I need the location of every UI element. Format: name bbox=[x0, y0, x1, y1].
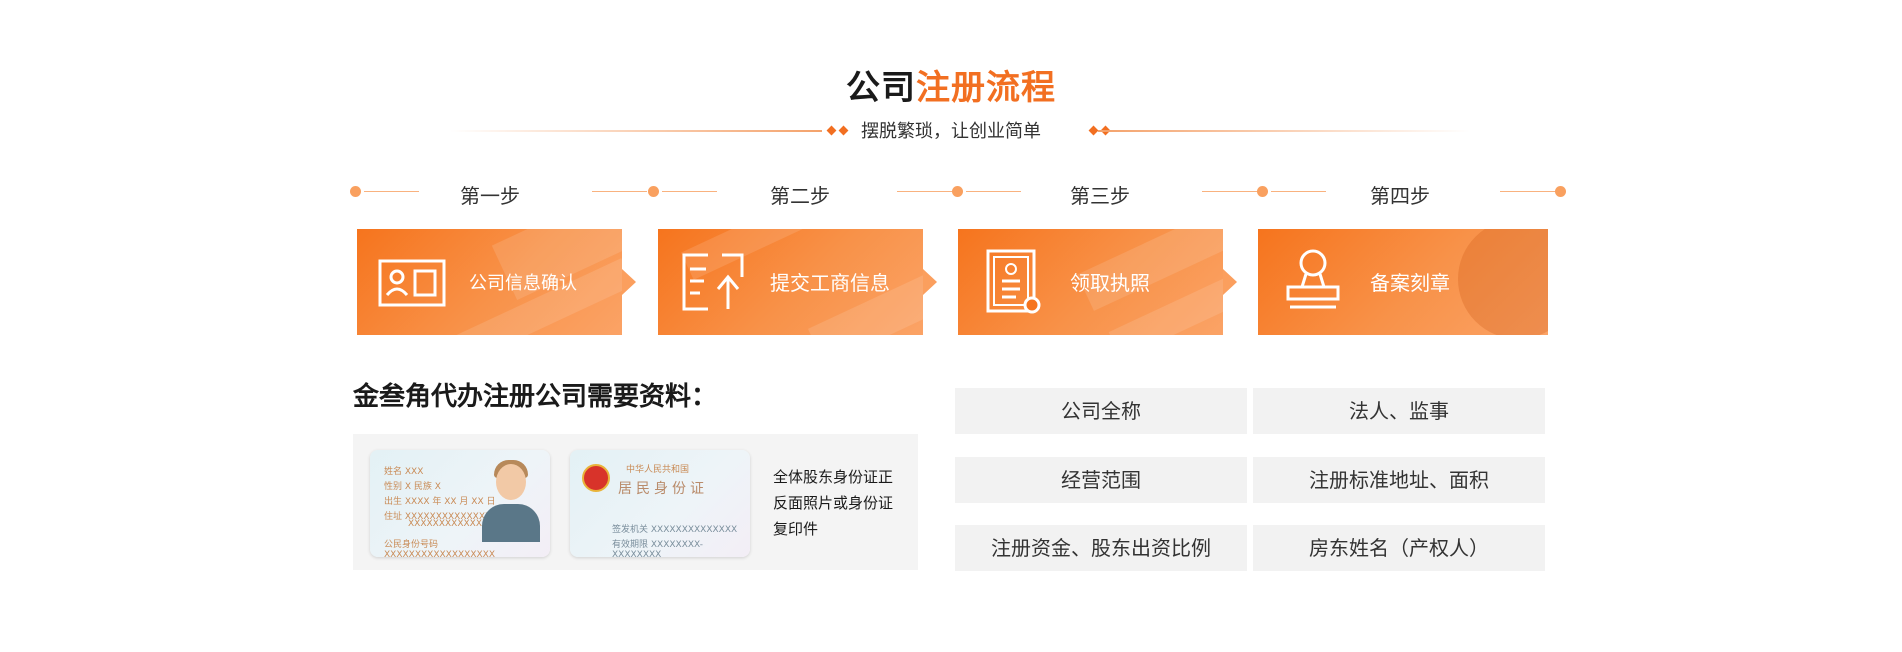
id-front-row: XXXXXXXXXXXXX bbox=[408, 519, 489, 529]
requirement-item: 法人、监事 bbox=[1253, 388, 1545, 434]
id-front-row: 性别 X 民族 X bbox=[384, 482, 441, 492]
requirement-item: 注册资金、股东出资比例 bbox=[955, 525, 1247, 571]
step-dot bbox=[350, 186, 361, 197]
requirement-item: 房东姓名（产权人） bbox=[1253, 525, 1545, 571]
step-line bbox=[1202, 191, 1257, 192]
id-back-row: 签发机关 XXXXXXXXXXXXXX bbox=[612, 525, 738, 535]
step-dot bbox=[952, 186, 963, 197]
chevron-right-icon bbox=[923, 269, 937, 295]
step-card-label: 领取执照 bbox=[1070, 271, 1150, 295]
id-front-row: 姓名 XXX bbox=[384, 467, 424, 477]
step-label-4: 第四步 bbox=[1370, 184, 1430, 208]
page-title: 公司注册流程 bbox=[0, 60, 1902, 109]
chevron-right-icon bbox=[622, 269, 636, 295]
id-caption-line: 全体股东身份证正 bbox=[773, 468, 894, 486]
step-dot bbox=[1257, 186, 1268, 197]
id-card-panel: 姓名 XXX 性别 X 民族 X 出生 XXXX 年 XX 月 XX 日 住址 … bbox=[353, 434, 918, 570]
id-back-title: 居民身份证 bbox=[618, 481, 708, 497]
chevron-right-icon bbox=[1223, 269, 1237, 295]
requirement-item: 公司全称 bbox=[955, 388, 1247, 434]
title-dark-part: 公司 bbox=[846, 68, 916, 108]
document-upload-icon bbox=[682, 253, 744, 311]
id-card-icon bbox=[378, 259, 446, 307]
id-back-header: 中华人民共和国 bbox=[626, 465, 690, 475]
subtitle-row: 摆脱繁琐，让创业简单 bbox=[0, 117, 1902, 143]
step-line bbox=[897, 191, 952, 192]
id-card-back-image: 中华人民共和国 居民身份证 签发机关 XXXXXXXXXXXXXX 有效期限 X… bbox=[570, 450, 750, 557]
id-caption-line: 反面照片或身份证 bbox=[773, 494, 894, 512]
id-caption-line: 复印件 bbox=[773, 520, 819, 538]
requirement-item: 经营范围 bbox=[955, 457, 1247, 503]
step-card-1[interactable]: 公司信息确认 bbox=[357, 229, 636, 335]
id-card-front-image: 姓名 XXX 性别 X 民族 X 出生 XXXX 年 XX 月 XX 日 住址 … bbox=[370, 450, 550, 557]
title-accent-part: 注册流程 bbox=[916, 68, 1056, 108]
step-card-label: 公司信息确认 bbox=[469, 273, 577, 294]
step-card-4[interactable]: 备案刻章 bbox=[1258, 229, 1548, 335]
step-card-2[interactable]: 提交工商信息 bbox=[658, 229, 937, 335]
step-label-2: 第二步 bbox=[770, 184, 830, 208]
subtitle-divider-right bbox=[1098, 130, 1470, 132]
id-back-row: 有效期限 XXXXXXXX-XXXXXXXX bbox=[612, 540, 703, 557]
id-front-row: 出生 XXXX 年 XX 月 XX 日 bbox=[384, 497, 496, 507]
step-card-label: 备案刻章 bbox=[1370, 271, 1450, 295]
requirement-item: 注册标准地址、面积 bbox=[1253, 457, 1545, 503]
step-timeline: 第一步 第二步 第三步 第四步 bbox=[350, 180, 1566, 208]
avatar-body bbox=[482, 504, 540, 542]
step-label-3: 第三步 bbox=[1070, 184, 1130, 208]
step-dot bbox=[648, 186, 659, 197]
license-certificate-icon bbox=[986, 249, 1041, 314]
step-dot bbox=[1555, 186, 1566, 197]
stamp-icon bbox=[1286, 249, 1340, 309]
step-line bbox=[662, 191, 717, 192]
step-line bbox=[1500, 191, 1555, 192]
national-emblem-icon bbox=[582, 464, 610, 492]
materials-title: 金叁角代办注册公司需要资料： bbox=[353, 382, 718, 412]
step-card-3[interactable]: 领取执照 bbox=[958, 229, 1237, 335]
id-caption: 全体股东身份证正 反面照片或身份证 复印件 bbox=[773, 464, 903, 542]
step-line bbox=[592, 191, 647, 192]
page-subtitle: 摆脱繁琐，让创业简单 bbox=[861, 121, 1041, 142]
step-card-label: 提交工商信息 bbox=[770, 271, 890, 295]
step-label-1: 第一步 bbox=[460, 184, 520, 208]
avatar bbox=[496, 464, 526, 500]
